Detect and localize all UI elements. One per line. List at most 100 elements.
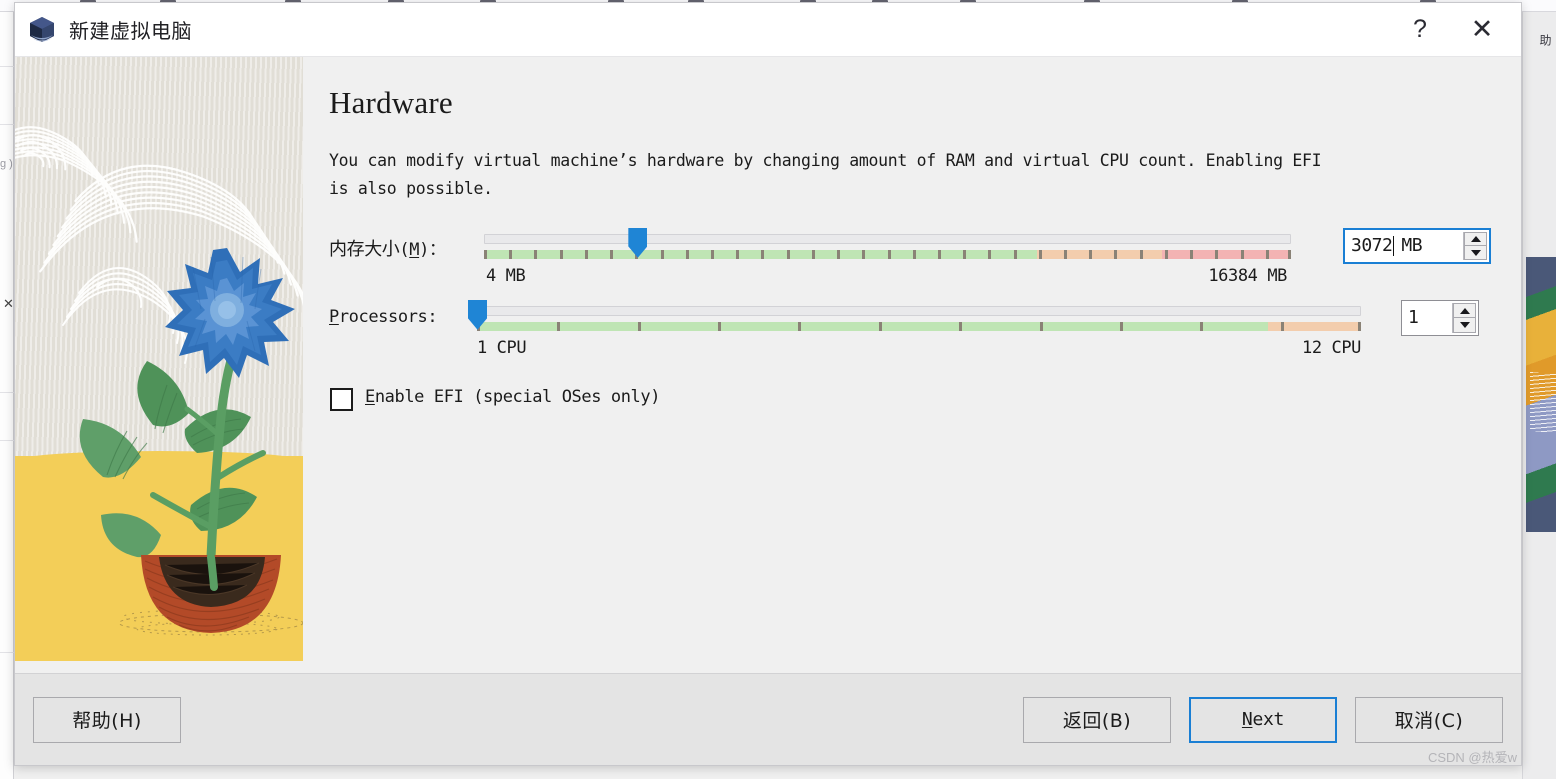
virtualbox-cube-icon <box>27 15 57 45</box>
slider-tick <box>1165 249 1168 259</box>
next-button-label: Next <box>1241 709 1285 730</box>
slider-tick <box>736 249 739 259</box>
background-close-icon: ✕ <box>3 296 14 311</box>
enable-efi-mnemonic: E <box>365 386 375 407</box>
dialog-title: 新建虚拟电脑 <box>69 19 192 43</box>
chevron-down-icon <box>1459 322 1470 328</box>
chevron-up-icon <box>1459 307 1470 314</box>
processors-value-text[interactable]: 1 <box>1402 301 1452 335</box>
slider-tick <box>1215 249 1218 259</box>
slider-tick <box>477 321 480 331</box>
slider-tick <box>1089 249 1092 259</box>
processors-scale-row: 1 CPU 12 CPU <box>329 338 1491 368</box>
wizard-content: Hardware You can modify virtual machine’… <box>303 57 1521 673</box>
illustration-artwork <box>15 126 303 636</box>
memory-size-spinbox[interactable]: 3072 MB <box>1343 227 1491 264</box>
dialog-footer: 帮助(H) 返回(B) Next 取消(C) CSDN @热爱w <box>15 673 1521 765</box>
close-button[interactable]: ✕ <box>1451 3 1513 57</box>
chevron-up-icon <box>1470 236 1481 242</box>
memory-size-mnemonic: M <box>409 239 420 260</box>
background-right-lines <box>1530 372 1556 432</box>
slider-tick <box>718 321 721 331</box>
slider-tick <box>1064 249 1067 259</box>
slider-tick <box>1200 321 1203 331</box>
memory-min-label: 4 MB <box>486 265 526 286</box>
slider-tick <box>913 249 916 259</box>
enable-efi-label[interactable]: Enable EFI (special OSes only) <box>365 387 660 407</box>
slider-tick <box>1281 321 1284 331</box>
slider-tick <box>560 249 563 259</box>
background-left-text: g ) <box>0 158 13 170</box>
slider-tick <box>534 249 537 259</box>
memory-size-row: 内存大小(M)： 3072 MB <box>329 226 1491 266</box>
memory-size-value-text[interactable]: 3072 MB <box>1345 230 1463 262</box>
help-footer-button[interactable]: 帮助(H) <box>33 696 181 743</box>
slider-tick <box>1040 321 1043 331</box>
memory-size-label-suffix: ： <box>428 239 446 260</box>
memory-spin-down-button[interactable] <box>1464 246 1487 260</box>
slider-tick <box>888 249 891 259</box>
slider-tick <box>484 249 487 259</box>
slider-tick <box>879 321 882 331</box>
page-description: You can modify virtual machine’s hardwar… <box>329 151 1322 199</box>
processors-spinbox-buttons[interactable] <box>1452 302 1476 333</box>
memory-size-unit: MB <box>1401 235 1423 257</box>
slider-tick <box>988 249 991 259</box>
slider-tick <box>585 249 588 259</box>
slider-tick <box>1241 249 1244 259</box>
processors-min-label: 1 CPU <box>477 337 527 358</box>
cancel-button-label: 取消(C) <box>1394 710 1464 732</box>
background-right-panel <box>1522 12 1556 779</box>
processors-label: Processors: <box>329 306 438 327</box>
memory-size-slider[interactable] <box>484 226 1291 264</box>
background-right-text: 助 <box>1538 34 1552 46</box>
processors-slider-groove[interactable] <box>477 305 1361 316</box>
slider-tick <box>862 249 865 259</box>
slider-tick <box>787 249 790 259</box>
memory-segment-orange <box>1036 249 1162 259</box>
enable-efi-row[interactable]: Enable EFI (special OSes only) <box>329 382 1491 416</box>
slider-tick <box>959 321 962 331</box>
slider-tick <box>1114 249 1117 259</box>
page-title: Hardware <box>329 85 453 120</box>
enable-efi-checkbox[interactable] <box>330 387 353 411</box>
processors-spin-down-button[interactable] <box>1453 318 1476 333</box>
memory-slider-tickbar <box>484 249 1291 259</box>
processors-spin-up-button[interactable] <box>1453 302 1476 319</box>
enable-efi-label-rest: nable EFI (special OSes only) <box>374 386 661 407</box>
help-footer-label: 帮助(H) <box>72 710 142 732</box>
slider-tick <box>837 249 840 259</box>
slider-tick <box>1039 249 1042 259</box>
back-button[interactable]: 返回(B) <box>1023 696 1171 743</box>
memory-spin-up-button[interactable] <box>1464 231 1487 247</box>
slider-tick <box>635 249 638 259</box>
slider-tick <box>557 321 560 331</box>
slider-tick <box>761 249 764 259</box>
chevron-down-icon <box>1470 249 1481 256</box>
slider-tick <box>1120 321 1123 331</box>
memory-spinbox-buttons[interactable] <box>1463 231 1487 260</box>
next-button[interactable]: Next <box>1189 696 1337 743</box>
memory-size-label-cn: 内存大小 <box>329 238 400 260</box>
back-button-label: 返回(B) <box>1062 710 1132 732</box>
help-button[interactable]: ? <box>1389 3 1451 57</box>
processors-spinbox[interactable]: 1 <box>1401 299 1479 336</box>
processors-max-label: 12 CPU <box>1301 337 1361 358</box>
background-left-panel <box>0 12 14 779</box>
processors-value: 1 <box>1408 307 1419 329</box>
memory-size-value: 3072 <box>1351 235 1393 257</box>
slider-tick <box>812 249 815 259</box>
memory-slider-groove[interactable] <box>484 233 1291 244</box>
processors-slider[interactable] <box>468 298 1361 336</box>
processors-mnemonic: P <box>329 306 339 327</box>
memory-size-label: 内存大小(M)： <box>329 238 446 260</box>
processors-slider-tickbar <box>477 321 1361 331</box>
slider-tick <box>711 249 714 259</box>
text-caret <box>1393 235 1395 256</box>
slider-tick <box>1358 321 1361 331</box>
processors-segment-green <box>477 321 1269 331</box>
slider-tick <box>1140 249 1143 259</box>
slider-tick <box>610 249 613 259</box>
watermark: CSDN @热爱w <box>1427 750 1517 765</box>
cancel-button[interactable]: 取消(C) <box>1355 696 1503 743</box>
